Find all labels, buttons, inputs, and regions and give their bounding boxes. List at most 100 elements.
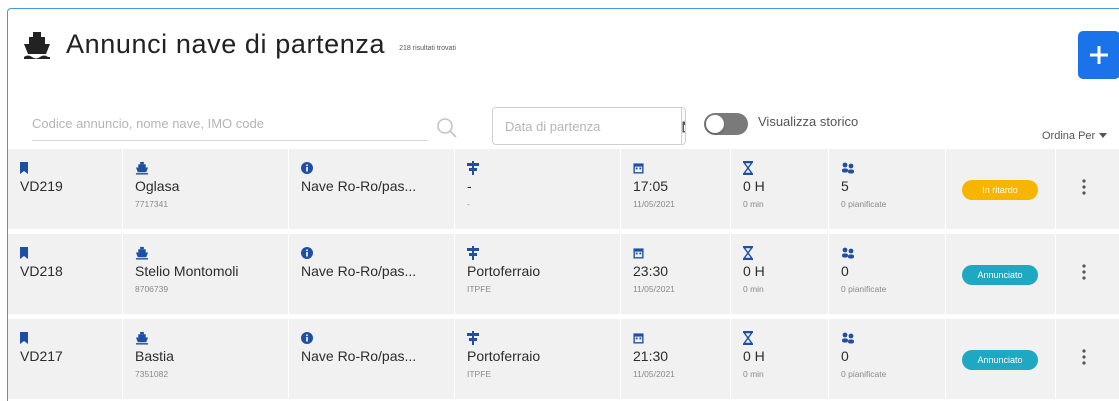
departure-cell: 23:30 11/05/2021: [621, 234, 731, 314]
ship-cell: Bastia 7351082: [123, 319, 289, 399]
more-vert-icon[interactable]: [1082, 349, 1086, 365]
duration-hours: 0 H: [743, 178, 765, 194]
departure-date-input[interactable]: [493, 108, 681, 144]
code-cell: VD218: [8, 234, 123, 314]
hourglass-icon: [743, 246, 753, 260]
departure-time: 23:30: [633, 263, 669, 279]
status-cell: Annunciato: [946, 319, 1056, 399]
ship-icon: [135, 246, 149, 260]
hourglass-icon: [743, 331, 753, 345]
status-cell: Annunciato: [946, 234, 1056, 314]
page-title: Annunci nave di partenza: [66, 29, 386, 59]
ship-cell: Stelio Montomoli 8706739: [123, 234, 289, 314]
history-toggle[interactable]: [704, 113, 748, 135]
plus-icon: [1090, 46, 1108, 64]
sort-dropdown[interactable]: Ordina Per: [1042, 130, 1108, 142]
planned-count: 0: [841, 348, 849, 364]
status-cell: In ritardo: [946, 149, 1056, 229]
signpost-icon: [467, 246, 479, 260]
info-icon: [301, 162, 313, 174]
departure-cell: 21:30 11/05/2021: [621, 319, 731, 399]
ship-icon: [135, 331, 149, 345]
more-vert-icon[interactable]: [1082, 264, 1086, 280]
calendar-icon[interactable]: [681, 108, 685, 144]
ship-cell: Oglasa 7717341: [123, 149, 289, 229]
planned-label: 0 pianificate: [841, 369, 887, 379]
duration-cell: 0 H 0 min: [731, 149, 829, 229]
departure-cell: 17:05 11/05/2021: [621, 149, 731, 229]
port-name: Portoferraio: [467, 263, 541, 279]
people-icon: [842, 247, 854, 259]
type-cell: Nave Ro-Ro/pas...: [289, 234, 455, 314]
departure-date-field: [492, 107, 686, 145]
ship-type: Nave Ro-Ro/pas...: [301, 263, 417, 279]
duration-hours: 0 H: [743, 348, 765, 364]
history-toggle-label: Visualizza storico: [758, 114, 859, 129]
signpost-icon: [467, 161, 479, 175]
departure-date: 11/05/2021: [633, 199, 675, 209]
planning-cell: 0 0 pianificate: [829, 319, 946, 399]
actions-cell: [1056, 149, 1119, 229]
bookmark-icon: [20, 332, 28, 344]
bookmark-icon: [20, 247, 28, 259]
duration-minutes: 0 min: [743, 284, 764, 294]
duration-minutes: 0 min: [743, 369, 764, 379]
calendar-icon: [633, 333, 644, 344]
calendar-icon: [633, 163, 644, 174]
sort-label: Ordina Per: [1042, 130, 1096, 142]
more-vert-icon[interactable]: [1082, 179, 1086, 195]
planned-label: 0 pianificate: [841, 199, 887, 209]
code-cell: VD217: [8, 319, 123, 399]
departure-date: 11/05/2021: [633, 284, 675, 294]
info-icon: [301, 332, 313, 344]
imo-code: 7717341: [135, 199, 169, 209]
type-cell: Nave Ro-Ro/pas...: [289, 149, 455, 229]
app-frame: Annunci nave di partenza 218 risultati t…: [7, 8, 1119, 401]
status-badge: Annunciato: [962, 265, 1038, 285]
actions-cell: [1056, 234, 1119, 314]
type-cell: Nave Ro-Ro/pas...: [289, 319, 455, 399]
planned-count: 5: [841, 178, 849, 194]
port-cell: Portoferraio ITPFE: [455, 319, 621, 399]
add-button[interactable]: [1078, 31, 1119, 79]
bookmark-icon: [20, 162, 28, 174]
toggle-knob: [706, 115, 724, 133]
duration-cell: 0 H 0 min: [731, 234, 829, 314]
status-badge: Annunciato: [962, 350, 1038, 370]
planned-count: 0: [841, 263, 849, 279]
departure-time: 21:30: [633, 348, 669, 364]
status-badge: In ritardo: [962, 180, 1038, 200]
announcement-row[interactable]: VD219 Oglasa 7717341 Nave Ro-Ro/pas... -…: [8, 149, 1119, 229]
port-name: -: [467, 178, 472, 194]
ship-type: Nave Ro-Ro/pas...: [301, 178, 417, 194]
planned-label: 0 pianificate: [841, 284, 887, 294]
actions-cell: [1056, 319, 1119, 399]
port-code: -: [467, 199, 470, 209]
page-header: Annunci nave di partenza 218 risultati t…: [22, 29, 456, 60]
ship-type: Nave Ro-Ro/pas...: [301, 348, 417, 364]
imo-code: 7351082: [135, 369, 169, 379]
port-cell: - -: [455, 149, 621, 229]
duration-cell: 0 H 0 min: [731, 319, 829, 399]
ship-name: Stelio Montomoli: [135, 263, 239, 279]
hourglass-icon: [743, 161, 753, 175]
departure-time: 17:05: [633, 178, 669, 194]
search-input[interactable]: [32, 107, 428, 141]
planning-cell: 5 0 pianificate: [829, 149, 946, 229]
ship-name: Oglasa: [135, 178, 180, 194]
caret-down-icon: [1099, 133, 1108, 138]
planning-cell: 0 0 pianificate: [829, 234, 946, 314]
code-cell: VD219: [8, 149, 123, 229]
announcement-row[interactable]: VD217 Bastia 7351082 Nave Ro-Ro/pas... P…: [8, 319, 1119, 399]
people-icon: [842, 162, 854, 174]
ship-icon: [135, 161, 149, 175]
calendar-icon: [633, 248, 644, 259]
signpost-icon: [467, 331, 479, 345]
port-cell: Portoferraio ITPFE: [455, 234, 621, 314]
ship-name: Bastia: [135, 348, 174, 364]
search-icon[interactable]: [436, 117, 458, 144]
info-icon: [301, 247, 313, 259]
ship-icon: [22, 30, 52, 60]
announcement-row[interactable]: VD218 Stelio Montomoli 8706739 Nave Ro-R…: [8, 234, 1119, 314]
port-code: ITPFE: [467, 284, 492, 294]
